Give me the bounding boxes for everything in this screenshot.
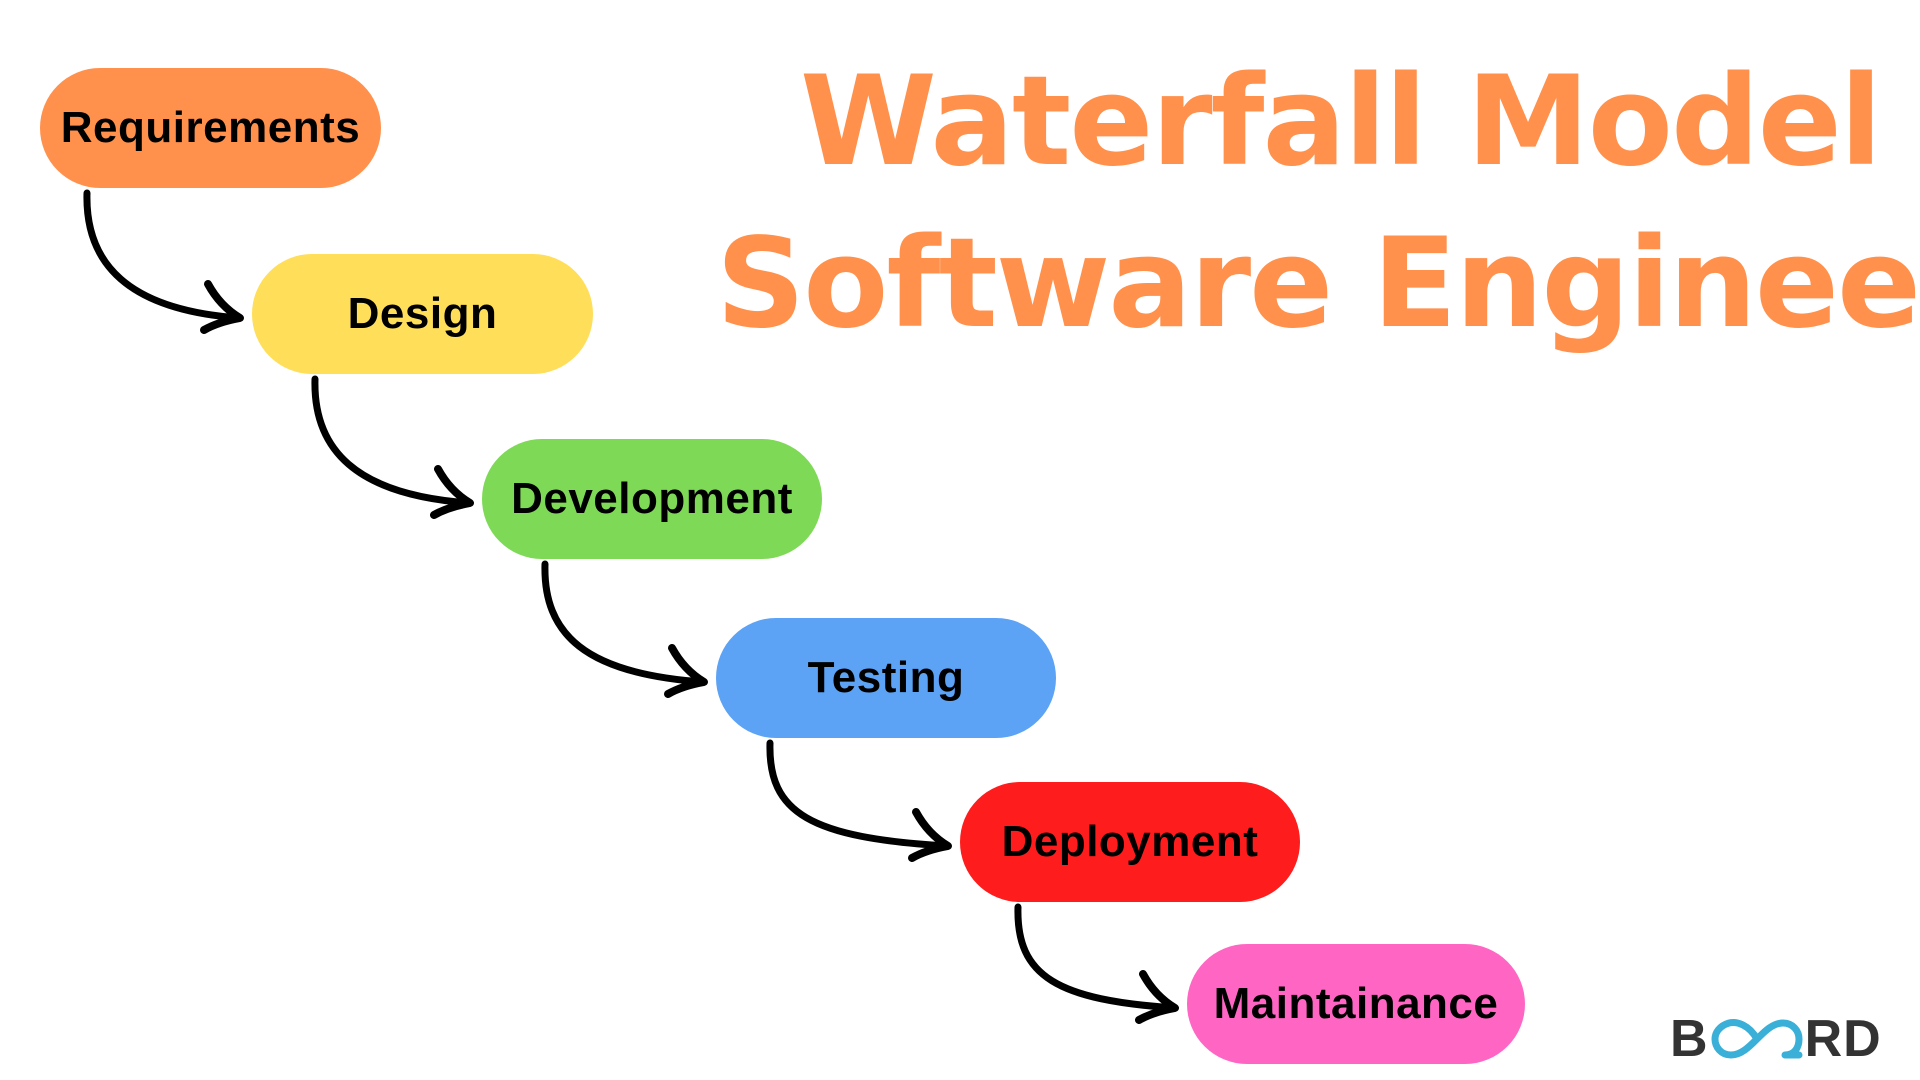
arrow-head [1135,970,1179,1024]
arrow-shaft [1014,903,1179,1012]
arrow-shaft [83,189,244,322]
arrow-head [908,808,952,862]
logo-letters-rd: RD [1804,1010,1882,1068]
step-label: Deployment [1001,817,1259,866]
step-requirements: Requirements [40,68,381,188]
step-label: Development [511,474,793,523]
step-development: Development [482,439,822,559]
step-label: Maintainance [1213,979,1499,1028]
arrow-head [664,644,708,698]
curved-arrow-icon [766,739,952,862]
step-testing: Testing [716,618,1056,738]
arrow-shaft [766,739,952,850]
curved-arrow-icon [311,375,474,519]
curved-arrow-icon [541,560,708,698]
step-deployment: Deployment [960,782,1300,902]
arrow-shaft [311,375,474,507]
step-label: Design [347,289,498,338]
curved-arrow-icon [1014,903,1179,1024]
title-line-1: Waterfall Model in [800,50,1920,194]
arrow-head [200,280,244,334]
infinity-icon [1711,1019,1803,1059]
logo-letter-b: B [1670,1010,1709,1068]
curved-arrow-icon [83,189,244,334]
step-maintainance: Maintainance [1187,944,1525,1064]
title-line-2: Software Engineering [716,212,1920,356]
step-label: Testing [807,653,965,702]
arrow-head [430,465,474,519]
step-design: Design [252,254,593,374]
step-label: Requirements [60,103,361,152]
arrow-shaft [541,560,708,686]
board-logo: B RD [1670,1010,1882,1068]
